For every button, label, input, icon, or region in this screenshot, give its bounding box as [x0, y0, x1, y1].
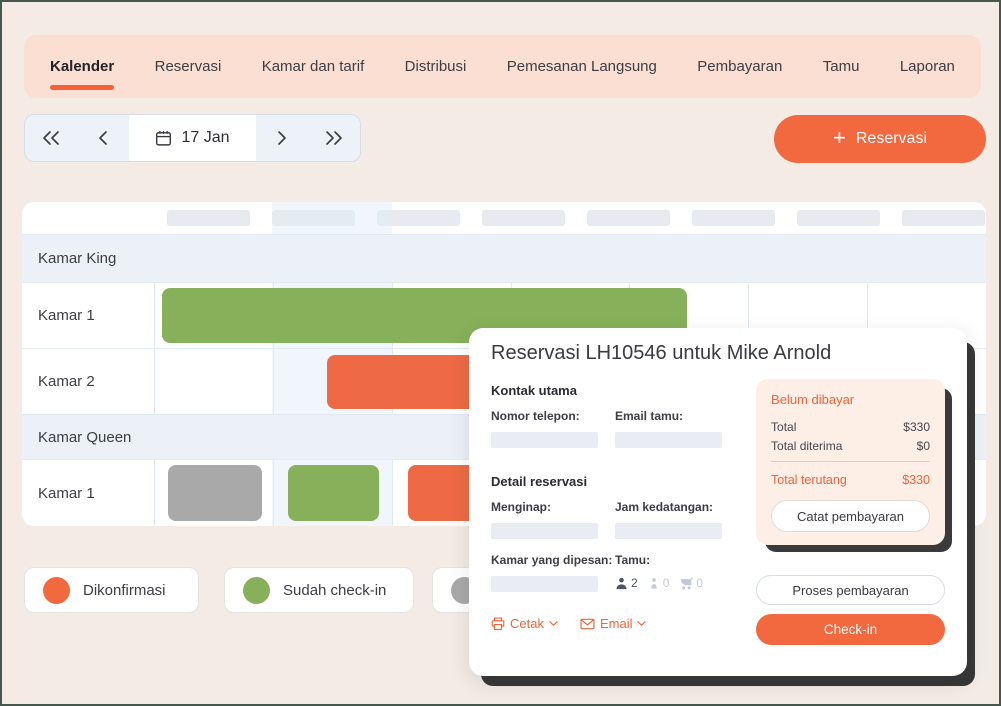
legend-label: Sudah check-in — [283, 582, 386, 599]
status-dot-checked-in — [243, 577, 270, 604]
chevron-left-icon — [98, 130, 108, 146]
tab-tamu[interactable]: Tamu — [823, 58, 860, 75]
infant-icon — [679, 577, 693, 590]
calendar-icon — [155, 130, 172, 147]
room-group-label: Kamar Queen — [38, 429, 131, 446]
print-label: Cetak — [510, 616, 544, 631]
date-skeleton — [902, 210, 985, 226]
due-label: Total terutang — [771, 473, 847, 487]
total-value: $330 — [903, 420, 930, 434]
status-dot-confirmed — [43, 577, 70, 604]
details-section-heading: Detail reservasi — [491, 474, 732, 489]
room-label: Kamar 2 — [22, 349, 155, 414]
app-window: Kalender Reservasi Kamar dan tarif Distr… — [0, 0, 1001, 706]
date-navigation: 17 Jan — [24, 114, 361, 162]
legend-item-checked-in: Sudah check-in — [224, 567, 414, 613]
total-label: Total — [771, 420, 796, 434]
record-payment-button[interactable]: Catat pembayaran — [771, 500, 930, 532]
modal-title: Reservasi LH10546 untuk Mike Arnold — [491, 342, 945, 365]
date-skeleton — [587, 210, 670, 226]
room-group-label: Kamar King — [38, 250, 116, 267]
contact-section-heading: Kontak utama — [491, 383, 732, 398]
tab-laporan[interactable]: Laporan — [900, 58, 955, 75]
email-value-placeholder — [615, 432, 722, 448]
date-skeleton — [797, 210, 880, 226]
arrival-value-placeholder — [615, 523, 722, 539]
guest-counts: 2 0 — [615, 576, 732, 590]
tab-reservasi[interactable]: Reservasi — [155, 58, 222, 75]
date-skeleton — [272, 210, 355, 226]
checkin-button[interactable]: Check-in — [756, 614, 945, 645]
current-date-label: 17 Jan — [181, 129, 229, 147]
fast-forward-button[interactable] — [308, 115, 360, 161]
received-value: $0 — [917, 439, 930, 453]
date-skeleton — [482, 210, 565, 226]
adult-count: 2 — [631, 576, 638, 590]
infant-count: 0 — [696, 576, 703, 590]
received-label: Total diterima — [771, 439, 842, 453]
email-menu-button[interactable]: Email — [580, 616, 647, 631]
tab-distribusi[interactable]: Distribusi — [405, 58, 467, 75]
printer-icon — [491, 617, 505, 631]
guest-email-label: Email tamu: — [615, 409, 732, 423]
double-chevron-left-icon — [42, 130, 60, 146]
fast-backward-button[interactable] — [25, 115, 77, 161]
backward-button[interactable] — [77, 115, 129, 161]
tab-kamar-dan-tarif[interactable]: Kamar dan tarif — [262, 58, 365, 75]
chevron-down-icon — [637, 620, 646, 627]
payment-status-badge: Belum dibayar — [771, 392, 930, 407]
due-value: $330 — [902, 473, 930, 487]
divider — [771, 461, 930, 462]
child-count: 0 — [663, 576, 670, 590]
reservation-bar[interactable] — [288, 465, 379, 521]
date-header-row — [22, 202, 986, 234]
plus-icon: + — [833, 127, 846, 149]
booked-rooms-label: Kamar yang dipesan: — [491, 553, 615, 567]
date-skeleton — [167, 210, 250, 226]
double-chevron-right-icon — [325, 130, 343, 146]
tab-kalender[interactable]: Kalender — [50, 58, 114, 75]
reservation-bar[interactable] — [168, 465, 262, 521]
forward-button[interactable] — [256, 115, 308, 161]
room-label: Kamar 1 — [22, 460, 155, 526]
adult-icon — [615, 577, 628, 590]
date-skeleton — [692, 210, 775, 226]
print-menu-button[interactable]: Cetak — [491, 616, 558, 631]
new-reservation-button[interactable]: + Reservasi — [774, 115, 986, 163]
booked-rooms-placeholder — [491, 576, 598, 592]
calendar-cell[interactable] — [155, 349, 273, 414]
legend-label: Dikonfirmasi — [83, 582, 166, 599]
phone-value-placeholder — [491, 432, 598, 448]
arrival-time-label: Jam kedatangan: — [615, 500, 732, 514]
main-navbar: Kalender Reservasi Kamar dan tarif Distr… — [24, 35, 981, 98]
reservation-modal: Reservasi LH10546 untuk Mike Arnold Kont… — [469, 328, 967, 676]
date-skeleton — [377, 210, 460, 226]
tab-pemesanan-langsung[interactable]: Pemesanan Langsung — [507, 58, 657, 75]
room-group-header-king: Kamar King — [22, 234, 986, 282]
date-picker-button[interactable]: 17 Jan — [129, 115, 256, 161]
stay-label: Menginap: — [491, 500, 615, 514]
room-label: Kamar 1 — [22, 283, 155, 348]
process-payment-button[interactable]: Proses pembayaran — [756, 575, 945, 605]
child-icon — [648, 577, 660, 590]
payment-summary-card: Belum dibayar Total $330 Total diterima … — [756, 379, 945, 545]
stay-value-placeholder — [491, 523, 598, 539]
guests-label: Tamu: — [615, 553, 732, 567]
new-reservation-label: Reservasi — [856, 130, 927, 148]
chevron-right-icon — [277, 130, 287, 146]
legend-item-confirmed: Dikonfirmasi — [24, 567, 199, 613]
email-label: Email — [600, 616, 633, 631]
phone-label: Nomor telepon: — [491, 409, 615, 423]
envelope-icon — [580, 618, 595, 630]
chevron-down-icon — [549, 620, 558, 627]
tab-pembayaran[interactable]: Pembayaran — [697, 58, 782, 75]
